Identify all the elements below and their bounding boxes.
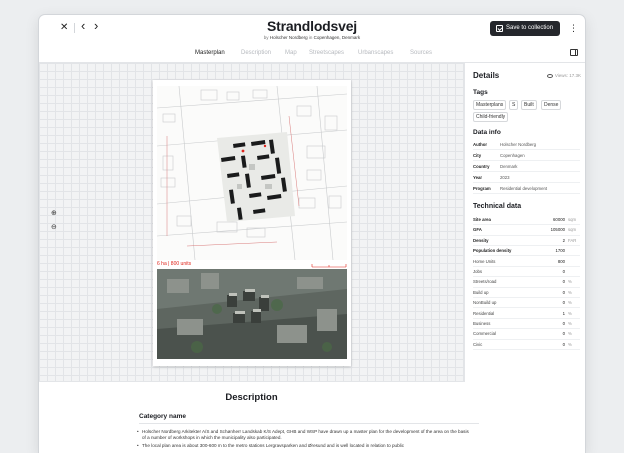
details-panel: Details Views: 17.3K Tags Masterplans S … [464, 63, 585, 382]
views-count: Views: 17.3K [546, 73, 581, 79]
data-info-heading: Data info [473, 129, 501, 136]
technical-unit: sqm [568, 227, 577, 233]
tab-masterplan[interactable]: Masterplan [195, 48, 225, 58]
site-plan-drawing [157, 86, 347, 260]
data-info-row: Program Residential development [473, 184, 580, 194]
technical-key: Home Units [473, 258, 496, 264]
technical-value: 60000 [553, 217, 565, 222]
bookmark-check-icon [496, 25, 503, 32]
location-link[interactable]: Copenhagen, Denmark [314, 35, 361, 40]
tag[interactable]: Built [521, 100, 537, 110]
technical-key: Civic [473, 341, 483, 347]
technical-data-row: Population density 1700 [473, 246, 580, 257]
tag[interactable]: Dense [541, 100, 562, 110]
technical-data-heading: Technical data [473, 203, 522, 210]
technical-key: Density [473, 237, 489, 243]
in-label: in [308, 35, 313, 40]
scale-bar-icon [311, 264, 347, 268]
save-to-collection-button[interactable]: Save to collection [490, 21, 560, 36]
technical-value: 800 [557, 258, 565, 264]
technical-unit: % [568, 300, 572, 306]
technical-value: 0 [562, 341, 565, 347]
technical-data-row: Commercial 0% [473, 329, 580, 340]
technical-data-row: NonBuild up 0% [473, 298, 580, 309]
zoom-out-icon[interactable]: ⊖ [51, 224, 57, 232]
description-title: Description [225, 392, 278, 403]
technical-data-row: Business 0% [473, 319, 580, 330]
eye-icon [546, 73, 553, 78]
technical-value: 0 [562, 321, 565, 326]
technical-key: Jobs [473, 269, 483, 274]
technical-value: 1700 [555, 248, 565, 254]
app-window: ✕ ‹ › Strandlodsvej by Holscher Nordberg… [38, 14, 586, 453]
technical-key: Streets/road [473, 279, 497, 285]
description-section: Description Category name Holscher Nordb… [39, 382, 479, 453]
technical-data-row: Civic 0% [473, 340, 580, 351]
architect-link[interactable]: Holscher Nordberg [270, 35, 308, 40]
technical-value: 1 [562, 310, 565, 316]
technical-unit: % [568, 289, 572, 295]
tab-sources[interactable]: Sources [410, 48, 432, 58]
technical-data-row: Residential 1% [473, 309, 580, 319]
technical-value: 0 [562, 331, 565, 337]
technical-key: Business [473, 321, 491, 326]
technical-unit: % [568, 341, 572, 347]
technical-value: 0 [562, 289, 565, 295]
technical-value: 105000 [550, 227, 565, 233]
details-heading: Details [473, 71, 500, 80]
technical-unit: % [568, 310, 572, 316]
technical-data-row: Home Units 800 [473, 257, 580, 267]
divider [139, 423, 479, 424]
technical-value: 0 [562, 269, 565, 274]
tab-description[interactable]: Description [241, 48, 271, 58]
technical-unit: % [568, 279, 572, 285]
technical-unit: sqm [568, 217, 577, 222]
save-button-label: Save to collection [506, 25, 554, 31]
description-bullet: The local plan area is about 300-600 m t… [137, 443, 472, 449]
technical-data-row: Streets/road 0% [473, 277, 580, 288]
technical-key: Residential [473, 310, 495, 316]
technical-value: 0 [562, 279, 565, 285]
data-info-row: Country Denmark [473, 162, 580, 172]
tab-urbanscapes[interactable]: Urbanscapes [358, 48, 393, 58]
technical-unit: FAR [568, 237, 577, 243]
plan-units-label: 6 ha | 800 units [157, 261, 192, 267]
zoom-in-icon[interactable]: ⊕ [51, 210, 57, 218]
technical-data-row: GFA 105000 sqm [473, 225, 580, 236]
header: ✕ ‹ › Strandlodsvej by Holscher Nordberg… [39, 15, 585, 45]
technical-key: Site area [473, 217, 491, 222]
category-heading: Category name [139, 413, 186, 420]
technical-data-row: Jobs 0 [473, 267, 580, 278]
tag[interactable]: S [509, 100, 519, 110]
technical-key: NonBuild up [473, 300, 497, 306]
description-bullet: Holscher Nordberg Arkitekter A/S and Sch… [137, 429, 472, 441]
technical-data-row: Site area 60000 sqm [473, 215, 580, 226]
data-info-row: Author Holscher Nordberg [473, 140, 580, 150]
tag[interactable]: Child-friendly [473, 112, 509, 122]
technical-unit: % [568, 331, 572, 337]
masterplan-sheet: 6 ha | 800 units [153, 80, 351, 366]
masterplan-canvas[interactable]: ⊕ ⊖ 6 ha | 800 units [39, 63, 464, 382]
by-label: by [263, 35, 269, 40]
technical-key: GFA [473, 227, 482, 233]
tab-map[interactable]: Map [285, 48, 297, 58]
data-info-row: City Copenhagen [473, 151, 580, 161]
technical-unit: % [568, 321, 572, 326]
technical-key: Commercial [473, 331, 496, 337]
more-options-icon[interactable]: ⋮ [569, 23, 578, 33]
technical-value: 0 [562, 300, 565, 306]
technical-data-row: Density 2 FAR [473, 236, 580, 247]
tag[interactable]: Masterplans [473, 100, 507, 110]
panel-toggle-icon[interactable] [570, 49, 578, 56]
data-info-row: Year 2023 [473, 173, 580, 183]
technical-value: 2 [562, 237, 565, 243]
tab-bar: Masterplan Description Map Streetscapes … [39, 45, 585, 63]
technical-data-row: Build up 0% [473, 288, 580, 299]
tags-heading: Tags [473, 89, 488, 96]
aerial-photo [157, 269, 347, 359]
technical-key: Population density [473, 248, 512, 254]
tab-streetscapes[interactable]: Streetscapes [309, 48, 344, 58]
technical-key: Build up [473, 289, 489, 295]
